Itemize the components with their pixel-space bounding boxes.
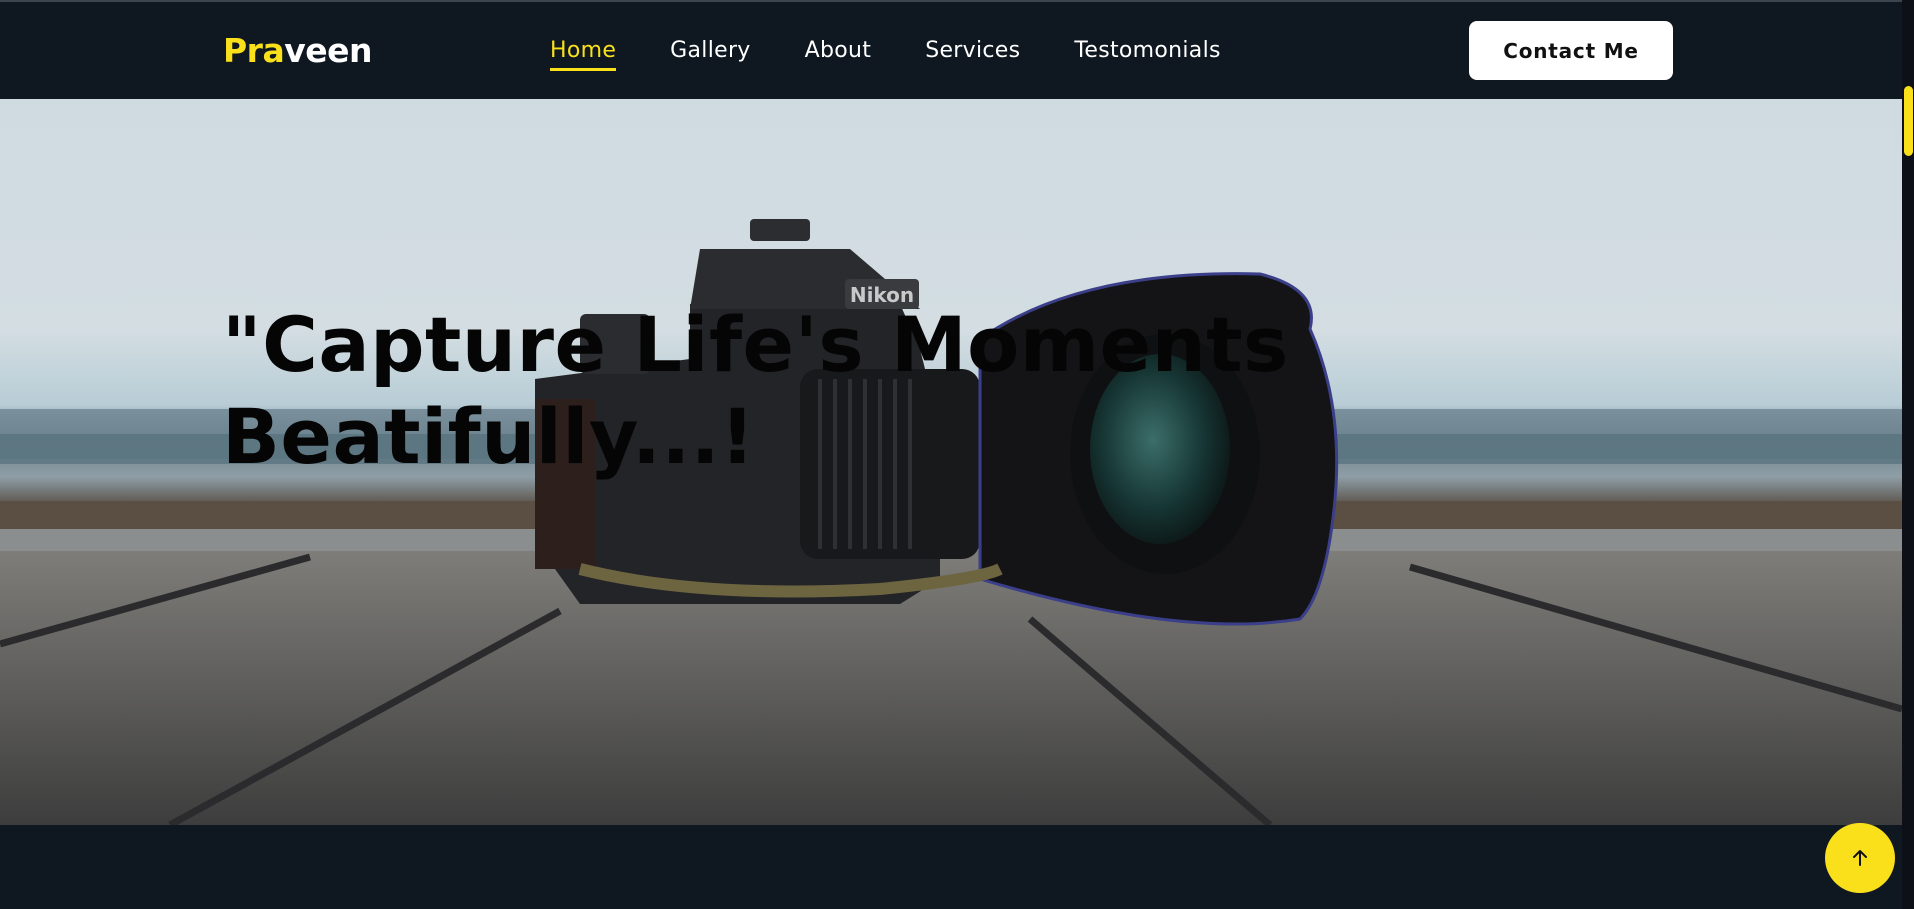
- nav-link-testimonials[interactable]: Testomonials: [1074, 36, 1220, 66]
- nav-links: Home Gallery About Services Testomonials: [550, 36, 1275, 71]
- back-to-top-button[interactable]: [1825, 823, 1895, 893]
- page-scrollbar[interactable]: [1902, 0, 1914, 909]
- nav-link-about[interactable]: About: [805, 36, 872, 66]
- nav-link-gallery[interactable]: Gallery: [670, 36, 750, 66]
- logo-rest-text: veen: [284, 31, 373, 70]
- scrollbar-thumb[interactable]: [1904, 86, 1913, 156]
- hero-title-line-1: "Capture Life's Moments: [222, 300, 1289, 389]
- page: Praveen Home Gallery About Services Test…: [0, 0, 1914, 909]
- hero-section: Nikon "Capture Life's Moments Beatifully…: [0, 99, 1902, 825]
- hero-title-line-2: Beatifully...!: [222, 392, 756, 481]
- navbar: Praveen Home Gallery About Services Test…: [0, 2, 1902, 99]
- logo[interactable]: Praveen: [223, 29, 373, 73]
- logo-accent-text: Pra: [223, 31, 285, 70]
- arrow-up-icon: [1853, 850, 1867, 866]
- contact-me-button[interactable]: Contact Me: [1469, 21, 1673, 80]
- hero-title: "Capture Life's Moments Beatifully...!: [222, 299, 1322, 483]
- nav-link-services[interactable]: Services: [925, 36, 1020, 66]
- nav-link-home[interactable]: Home: [550, 36, 617, 71]
